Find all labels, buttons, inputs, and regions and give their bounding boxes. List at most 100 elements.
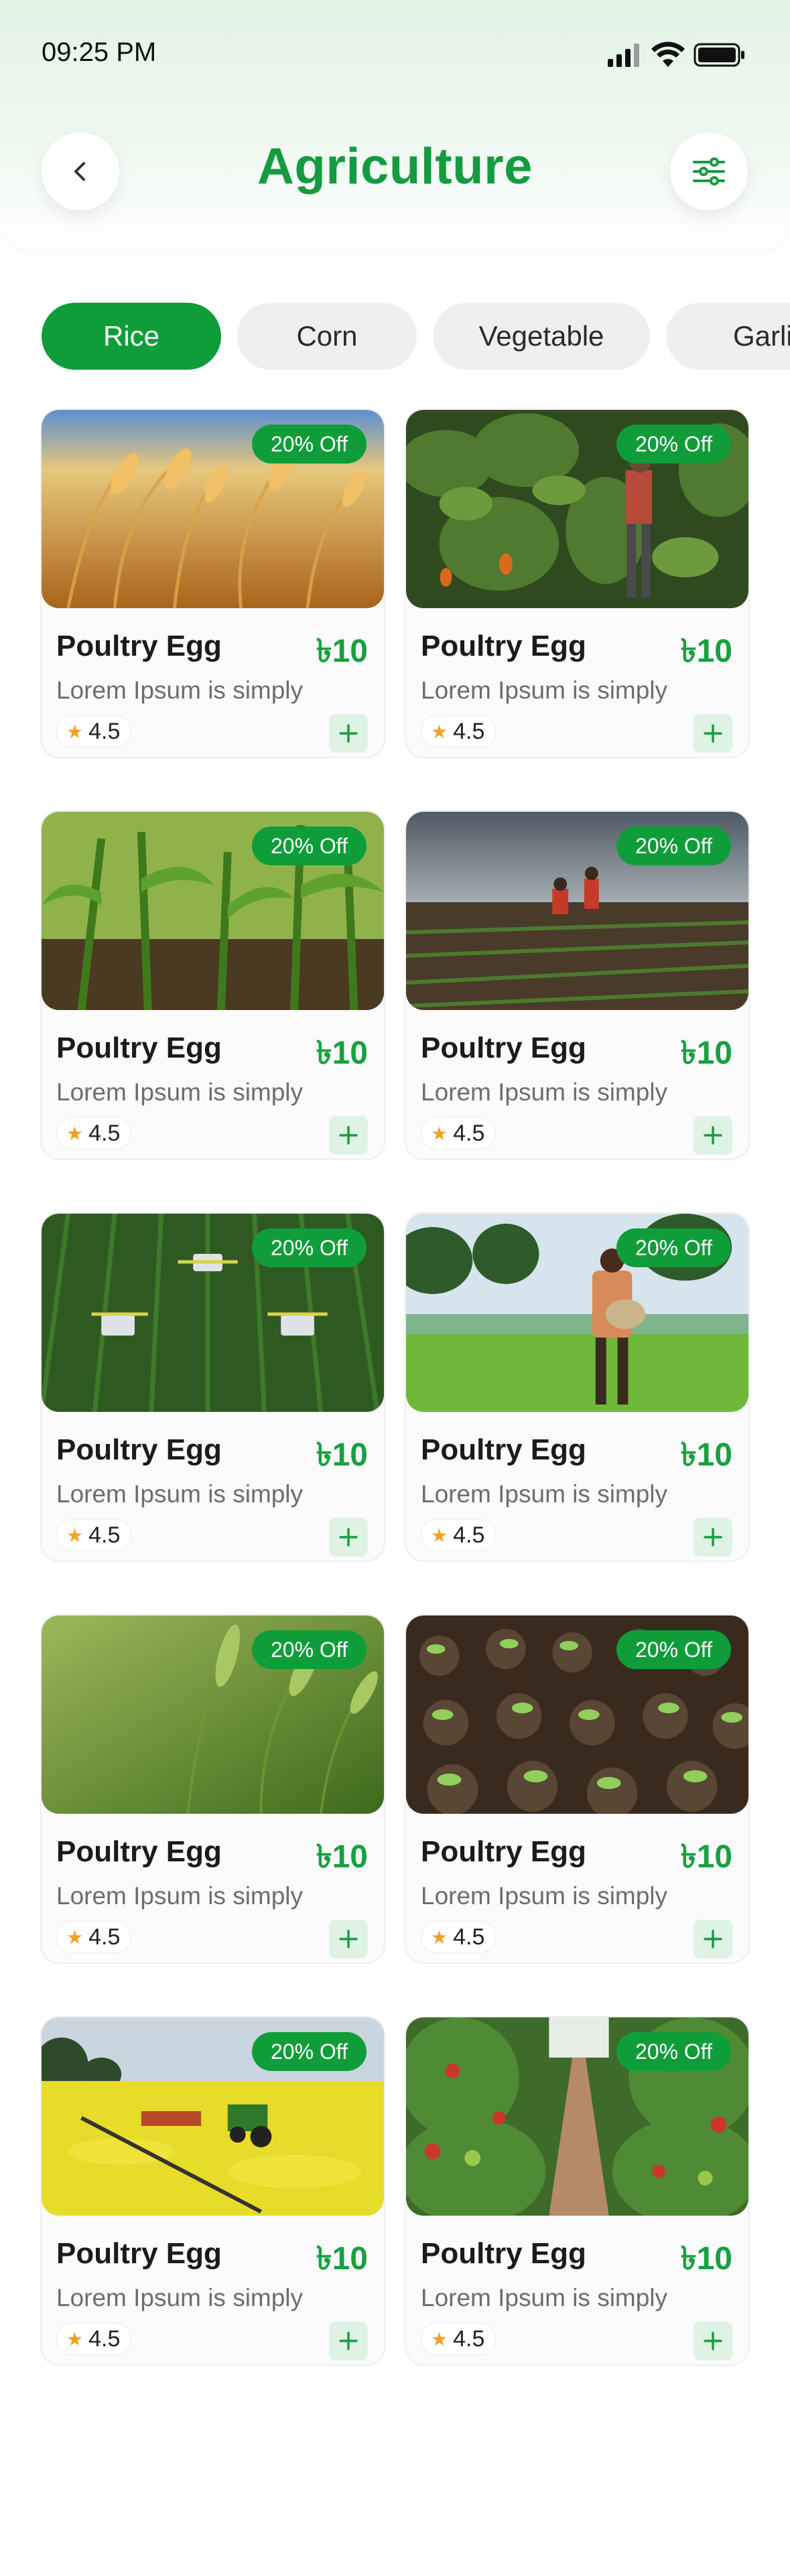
product-card[interactable]: 20% Off Poultry Egg ৳10 Lorem Ipsum is s… bbox=[405, 409, 750, 758]
rating-pill: ★ 4.5 bbox=[421, 2323, 497, 2355]
discount-badge: 20% Off bbox=[251, 425, 367, 463]
rating-pill: ★ 4.5 bbox=[56, 2323, 132, 2355]
product-card[interactable]: 20% Off Poultry Egg ৳10 Lorem Ipsum is s… bbox=[405, 1614, 750, 1964]
product-card[interactable]: 20% Off Poultry Egg ৳10 Lorem Ipsum is s… bbox=[40, 810, 385, 1160]
product-description: Lorem Ipsum is simply bbox=[56, 2284, 304, 2311]
product-card[interactable]: 20% Off Poultry Egg ৳10 Lorem Ipsum is s… bbox=[40, 1212, 385, 1562]
discount-badge: 20% Off bbox=[251, 827, 367, 865]
add-to-cart-button[interactable] bbox=[329, 714, 368, 753]
product-price: ৳10 bbox=[316, 1035, 368, 1071]
product-description: Lorem Ipsum is simply bbox=[421, 676, 668, 704]
product-price: ৳10 bbox=[680, 2241, 732, 2277]
product-price: ৳10 bbox=[680, 1035, 732, 1071]
category-tabs: Rice Corn Vegetable Garlic bbox=[42, 303, 790, 370]
product-price: ৳10 bbox=[680, 1839, 732, 1875]
product-description: Lorem Ipsum is simply bbox=[421, 1882, 668, 1910]
product-title: Poultry Egg bbox=[421, 1835, 586, 1868]
star-icon: ★ bbox=[66, 721, 84, 742]
product-price: ৳10 bbox=[316, 2241, 368, 2277]
discount-badge: 20% Off bbox=[251, 1630, 367, 1669]
discount-badge: 20% Off bbox=[616, 425, 731, 463]
plus-icon bbox=[704, 1528, 722, 1547]
product-title: Poultry Egg bbox=[421, 2237, 586, 2270]
chip-rice[interactable]: Rice bbox=[42, 303, 221, 370]
plus-icon bbox=[339, 1528, 358, 1547]
product-price: ৳10 bbox=[316, 634, 368, 669]
plus-icon bbox=[339, 724, 358, 743]
plus-icon bbox=[704, 1930, 722, 1948]
chip-corn[interactable]: Corn bbox=[237, 303, 417, 370]
add-to-cart-button[interactable] bbox=[694, 2321, 732, 2360]
product-card[interactable]: 20% Off Poultry Egg ৳10 Lorem Ipsum is s… bbox=[405, 2016, 750, 2366]
discount-badge: 20% Off bbox=[251, 1228, 367, 1267]
rating-pill: ★ 4.5 bbox=[56, 1921, 132, 1953]
wifi-icon bbox=[651, 42, 685, 67]
filter-button[interactable] bbox=[670, 133, 748, 210]
product-price: ৳10 bbox=[316, 1839, 368, 1875]
product-description: Lorem Ipsum is simply bbox=[56, 1078, 304, 1106]
rating-value: 4.5 bbox=[453, 2325, 485, 2352]
add-to-cart-button[interactable] bbox=[329, 2321, 368, 2360]
product-card[interactable]: 20% Off Poultry Egg ৳10 Lorem Ipsum is s… bbox=[40, 1614, 385, 1964]
discount-badge: 20% Off bbox=[616, 1630, 731, 1669]
rating-pill: ★ 4.5 bbox=[56, 1117, 132, 1149]
chip-garlic[interactable]: Garlic bbox=[666, 303, 790, 370]
product-title: Poultry Egg bbox=[421, 1031, 586, 1064]
product-card[interactable]: 20% Off Poultry Egg ৳10 Lorem Ipsum is s… bbox=[405, 810, 750, 1160]
product-title: Poultry Egg bbox=[56, 2237, 222, 2270]
product-card[interactable]: 20% Off Poultry Egg ৳10 Lorem Ipsum is s… bbox=[405, 1212, 750, 1562]
plus-icon bbox=[704, 1126, 722, 1145]
rating-value: 4.5 bbox=[453, 718, 485, 744]
plus-icon bbox=[339, 1930, 358, 1948]
star-icon: ★ bbox=[431, 1524, 448, 1546]
plus-icon bbox=[704, 724, 722, 743]
product-description: Lorem Ipsum is simply bbox=[56, 1882, 304, 1910]
product-description: Lorem Ipsum is simply bbox=[56, 676, 304, 704]
star-icon: ★ bbox=[66, 2328, 84, 2350]
product-title: Poultry Egg bbox=[421, 1433, 586, 1466]
add-to-cart-button[interactable] bbox=[329, 1920, 368, 1958]
rating-pill: ★ 4.5 bbox=[421, 715, 497, 747]
rating-pill: ★ 4.5 bbox=[56, 715, 132, 747]
rating-value: 4.5 bbox=[88, 1120, 121, 1146]
product-price: ৳10 bbox=[680, 1437, 732, 1473]
product-description: Lorem Ipsum is simply bbox=[421, 1480, 668, 1508]
discount-badge: 20% Off bbox=[616, 827, 731, 865]
star-icon: ★ bbox=[431, 1123, 448, 1144]
add-to-cart-button[interactable] bbox=[694, 1116, 732, 1155]
product-card[interactable]: 20% Off Poultry Egg ৳10 Lorem Ipsum is s… bbox=[40, 2016, 385, 2366]
product-description: Lorem Ipsum is simply bbox=[421, 2284, 668, 2311]
rating-value: 4.5 bbox=[453, 1522, 485, 1548]
add-to-cart-button[interactable] bbox=[329, 1116, 368, 1155]
rating-value: 4.5 bbox=[88, 718, 121, 744]
product-title: Poultry Egg bbox=[421, 630, 586, 662]
rating-value: 4.5 bbox=[88, 1522, 121, 1548]
battery-icon bbox=[694, 43, 744, 67]
discount-badge: 20% Off bbox=[616, 2032, 731, 2071]
product-card[interactable]: 20% Off Poultry Egg ৳10 Lorem Ipsum is s… bbox=[40, 409, 385, 758]
rating-value: 4.5 bbox=[453, 1924, 485, 1950]
rating-value: 4.5 bbox=[88, 2325, 121, 2352]
add-to-cart-button[interactable] bbox=[329, 1518, 368, 1557]
rating-pill: ★ 4.5 bbox=[421, 1519, 497, 1551]
status-time: 09:25 PM bbox=[42, 38, 157, 67]
add-to-cart-button[interactable] bbox=[694, 1920, 732, 1958]
plus-icon bbox=[339, 2332, 358, 2350]
rating-pill: ★ 4.5 bbox=[421, 1117, 497, 1149]
plus-icon bbox=[704, 2332, 722, 2350]
rating-value: 4.5 bbox=[88, 1924, 121, 1950]
chip-vegetable[interactable]: Vegetable bbox=[433, 303, 650, 370]
star-icon: ★ bbox=[431, 2328, 448, 2350]
discount-badge: 20% Off bbox=[616, 1228, 731, 1267]
product-title: Poultry Egg bbox=[56, 630, 222, 662]
add-to-cart-button[interactable] bbox=[694, 714, 732, 753]
rating-value: 4.5 bbox=[453, 1120, 485, 1146]
rating-pill: ★ 4.5 bbox=[56, 1519, 132, 1551]
star-icon: ★ bbox=[66, 1926, 84, 1948]
product-title: Poultry Egg bbox=[56, 1835, 222, 1868]
product-description: Lorem Ipsum is simply bbox=[56, 1480, 304, 1508]
status-icons bbox=[608, 42, 748, 68]
star-icon: ★ bbox=[431, 721, 448, 742]
signal-icon bbox=[608, 44, 639, 67]
add-to-cart-button[interactable] bbox=[694, 1518, 732, 1557]
